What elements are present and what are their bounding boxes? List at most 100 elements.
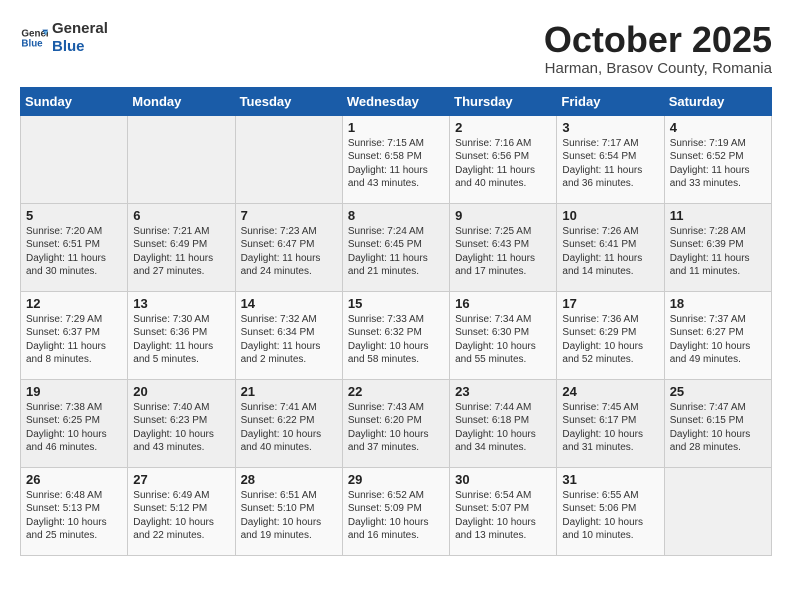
calendar-cell: 6Sunrise: 7:21 AM Sunset: 6:49 PM Daylig…	[128, 203, 235, 291]
calendar-cell: 18Sunrise: 7:37 AM Sunset: 6:27 PM Dayli…	[664, 291, 771, 379]
day-info: Sunrise: 7:44 AM Sunset: 6:18 PM Dayligh…	[455, 401, 551, 455]
calendar-cell: 27 Sunrise: 6:49 AM Sunset: 5:12 PM Dayli…	[128, 467, 235, 555]
calendar-cell	[128, 115, 235, 203]
day-info: Sunrise: 7:32 AM Sunset: 6:34 PM Dayligh…	[241, 313, 337, 367]
day-info: Sunrise: 6:51 AM Sunset: 5:10 PM Dayligh…	[241, 489, 337, 543]
calendar-cell: 5 Sunrise: 7:20 AM Sunset: 6:51 PM Daylig…	[21, 203, 128, 291]
day-number: 4	[670, 120, 766, 135]
day-number: 24	[562, 384, 658, 399]
calendar-cell: 4 Sunrise: 7:19 AM Sunset: 6:52 PM Daylig…	[664, 115, 771, 203]
calendar-cell: 14 Sunrise: 7:32 AM Sunset: 6:34 PM Dayli…	[235, 291, 342, 379]
day-info: Sunrise: 7:26 AM Sunset: 6:41 PM Dayligh…	[562, 225, 658, 279]
day-number: 17	[562, 296, 658, 311]
calendar-cell: 24 Sunrise: 7:45 AM Sunset: 6:17 PM Dayli…	[557, 379, 664, 467]
calendar-cell	[21, 115, 128, 203]
calendar-header-row: SundayMondayTuesdayWednesdayThursdayFrid…	[21, 87, 772, 115]
calendar-cell: 29 Sunrise: 6:52 AM Sunset: 5:09 PM Dayli…	[342, 467, 449, 555]
day-number: 27	[133, 472, 229, 487]
day-number: 23	[455, 384, 551, 399]
month-title: October 2025	[544, 20, 772, 60]
header: General Blue General Blue October 2025 H…	[20, 20, 772, 77]
svg-text:Blue: Blue	[21, 38, 43, 49]
day-number: 25	[670, 384, 766, 399]
calendar-week-3: 12Sunrise: 7:29 AM Sunset: 6:37 PM Dayli…	[21, 291, 772, 379]
day-number: 18	[670, 296, 766, 311]
day-info: Sunrise: 7:24 AM Sunset: 6:45 PM Dayligh…	[348, 225, 444, 279]
location-title: Harman, Brasov County, Romania	[544, 60, 772, 77]
day-info: Sunrise: 7:29 AM Sunset: 6:37 PM Dayligh…	[26, 313, 122, 367]
day-info: Sunrise: 7:43 AM Sunset: 6:20 PM Dayligh…	[348, 401, 444, 455]
weekday-header-monday: Monday	[128, 87, 235, 115]
title-block: October 2025 Harman, Brasov County, Roma…	[544, 20, 772, 77]
day-number: 21	[241, 384, 337, 399]
day-info: Sunrise: 7:20 AM Sunset: 6:51 PM Dayligh…	[26, 225, 122, 279]
day-info: Sunrise: 7:34 AM Sunset: 6:30 PM Dayligh…	[455, 313, 551, 367]
calendar-cell: 9 Sunrise: 7:25 AM Sunset: 6:43 PM Daylig…	[450, 203, 557, 291]
day-number: 14	[241, 296, 337, 311]
day-info: Sunrise: 7:41 AM Sunset: 6:22 PM Dayligh…	[241, 401, 337, 455]
day-info: Sunrise: 6:49 AM Sunset: 5:12 PM Dayligh…	[133, 489, 229, 543]
calendar-table: SundayMondayTuesdayWednesdayThursdayFrid…	[20, 87, 772, 556]
calendar-cell: 22 Sunrise: 7:43 AM Sunset: 6:20 PM Dayli…	[342, 379, 449, 467]
day-info: Sunrise: 7:23 AM Sunset: 6:47 PM Dayligh…	[241, 225, 337, 279]
day-info: Sunrise: 7:17 AM Sunset: 6:54 PM Dayligh…	[562, 137, 658, 191]
calendar-cell	[235, 115, 342, 203]
day-number: 16	[455, 296, 551, 311]
day-number: 20	[133, 384, 229, 399]
day-info: Sunrise: 7:16 AM Sunset: 6:56 PM Dayligh…	[455, 137, 551, 191]
calendar-cell: 8 Sunrise: 7:24 AM Sunset: 6:45 PM Daylig…	[342, 203, 449, 291]
calendar-cell: 13 Sunrise: 7:30 AM Sunset: 6:36 PM Dayli…	[128, 291, 235, 379]
calendar-cell: 12Sunrise: 7:29 AM Sunset: 6:37 PM Dayli…	[21, 291, 128, 379]
calendar-cell: 30 Sunrise: 6:54 AM Sunset: 5:07 PM Dayli…	[450, 467, 557, 555]
day-info: Sunrise: 7:15 AM Sunset: 6:58 PM Dayligh…	[348, 137, 444, 191]
day-info: Sunrise: 7:19 AM Sunset: 6:52 PM Dayligh…	[670, 137, 766, 191]
calendar-cell: 28Sunrise: 6:51 AM Sunset: 5:10 PM Dayli…	[235, 467, 342, 555]
day-number: 9	[455, 208, 551, 223]
calendar-week-2: 5 Sunrise: 7:20 AM Sunset: 6:51 PM Daylig…	[21, 203, 772, 291]
day-number: 13	[133, 296, 229, 311]
calendar-cell: 1Sunrise: 7:15 AM Sunset: 6:58 PM Daylig…	[342, 115, 449, 203]
day-number: 15	[348, 296, 444, 311]
weekday-header-friday: Friday	[557, 87, 664, 115]
logo: General Blue General Blue	[20, 20, 108, 56]
calendar-cell: 20 Sunrise: 7:40 AM Sunset: 6:23 PM Dayli…	[128, 379, 235, 467]
day-number: 6	[133, 208, 229, 223]
day-info: Sunrise: 6:52 AM Sunset: 5:09 PM Dayligh…	[348, 489, 444, 543]
day-info: Sunrise: 7:47 AM Sunset: 6:15 PM Dayligh…	[670, 401, 766, 455]
day-info: Sunrise: 7:40 AM Sunset: 6:23 PM Dayligh…	[133, 401, 229, 455]
calendar-cell: 2 Sunrise: 7:16 AM Sunset: 6:56 PM Daylig…	[450, 115, 557, 203]
page: General Blue General Blue October 2025 H…	[0, 0, 792, 566]
day-number: 11	[670, 208, 766, 223]
calendar-cell: 19 Sunrise: 7:38 AM Sunset: 6:25 PM Dayli…	[21, 379, 128, 467]
day-number: 2	[455, 120, 551, 135]
calendar-cell: 11Sunrise: 7:28 AM Sunset: 6:39 PM Dayli…	[664, 203, 771, 291]
day-info: Sunrise: 6:54 AM Sunset: 5:07 PM Dayligh…	[455, 489, 551, 543]
day-number: 8	[348, 208, 444, 223]
calendar-week-5: 26 Sunrise: 6:48 AM Sunset: 5:13 PM Dayli…	[21, 467, 772, 555]
day-info: Sunrise: 7:45 AM Sunset: 6:17 PM Dayligh…	[562, 401, 658, 455]
day-info: Sunrise: 7:36 AM Sunset: 6:29 PM Dayligh…	[562, 313, 658, 367]
calendar-cell: 26 Sunrise: 6:48 AM Sunset: 5:13 PM Dayli…	[21, 467, 128, 555]
calendar-cell: 23 Sunrise: 7:44 AM Sunset: 6:18 PM Dayli…	[450, 379, 557, 467]
day-number: 22	[348, 384, 444, 399]
day-info: Sunrise: 6:48 AM Sunset: 5:13 PM Dayligh…	[26, 489, 122, 543]
day-number: 5	[26, 208, 122, 223]
day-number: 26	[26, 472, 122, 487]
weekday-header-saturday: Saturday	[664, 87, 771, 115]
day-info: Sunrise: 7:25 AM Sunset: 6:43 PM Dayligh…	[455, 225, 551, 279]
weekday-header-thursday: Thursday	[450, 87, 557, 115]
calendar-cell: 10 Sunrise: 7:26 AM Sunset: 6:41 PM Dayli…	[557, 203, 664, 291]
logo-text: General Blue	[52, 20, 108, 56]
day-number: 30	[455, 472, 551, 487]
calendar-week-1: 1Sunrise: 7:15 AM Sunset: 6:58 PM Daylig…	[21, 115, 772, 203]
day-number: 19	[26, 384, 122, 399]
calendar-cell: 31Sunrise: 6:55 AM Sunset: 5:06 PM Dayli…	[557, 467, 664, 555]
day-info: Sunrise: 7:30 AM Sunset: 6:36 PM Dayligh…	[133, 313, 229, 367]
day-info: Sunrise: 7:38 AM Sunset: 6:25 PM Dayligh…	[26, 401, 122, 455]
calendar-cell: 17 Sunrise: 7:36 AM Sunset: 6:29 PM Dayli…	[557, 291, 664, 379]
logo-icon: General Blue	[20, 24, 48, 52]
day-number: 10	[562, 208, 658, 223]
day-number: 29	[348, 472, 444, 487]
logo-blue: Blue	[52, 38, 85, 55]
day-number: 31	[562, 472, 658, 487]
